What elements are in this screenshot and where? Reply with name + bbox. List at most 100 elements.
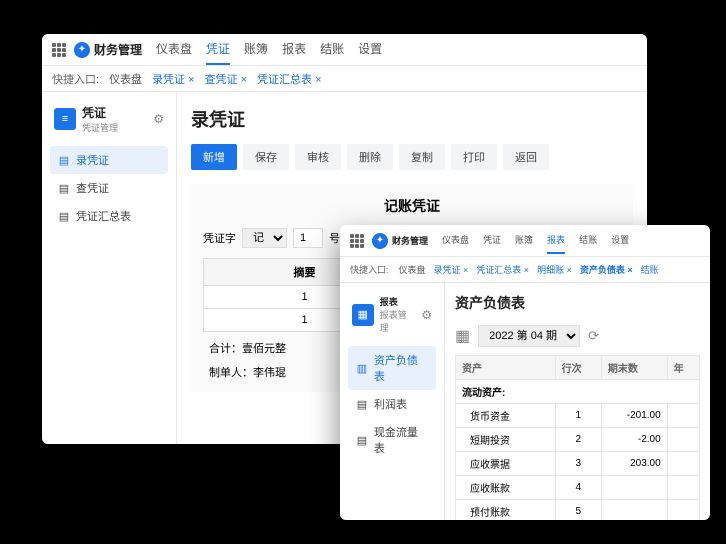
section-header: 流动资产: <box>456 380 700 404</box>
refresh-icon[interactable]: ⟳ <box>588 328 599 344</box>
nav-item[interactable]: 设置 <box>358 34 382 65</box>
toolbar-button[interactable]: 删除 <box>347 144 393 170</box>
word-label: 凭证字 <box>203 230 236 246</box>
quick-tab[interactable]: 凭证汇总表 × <box>476 263 529 276</box>
apps-icon[interactable] <box>52 43 66 57</box>
nav-item[interactable]: 结账 <box>320 34 344 65</box>
num-label: 号 <box>329 230 340 246</box>
sidebar-header: ≡ 凭证 凭证管理 ⚙ <box>50 100 168 138</box>
report-controls: ▦ 2022 第 04 期 ⟳ <box>455 325 700 347</box>
apps-icon[interactable] <box>350 234 364 248</box>
quick-tab[interactable]: 录凭证 × <box>434 263 469 276</box>
toolbar-button[interactable]: 打印 <box>451 144 497 170</box>
sidebar-header: ▦ 报表 报表管理 ⚙ <box>348 291 436 338</box>
quick-tab[interactable]: 明细账 × <box>537 263 572 276</box>
report-module-icon: ▦ <box>352 304 374 326</box>
sidebar-item-label: 资产负债表 <box>374 352 428 384</box>
column-header: 期末数 <box>601 356 667 380</box>
quickbar-label: 快捷入口: <box>52 71 99 87</box>
page-title: 录凭证 <box>191 106 633 132</box>
sidebar-item-label: 利润表 <box>374 396 407 412</box>
period-select[interactable]: 2022 第 04 期 <box>478 325 580 347</box>
sidebar: ▦ 报表 报表管理 ⚙ ▥ 资产负债表 ▤利润表 ▤ 现金流量表 <box>340 283 445 520</box>
quick-tab[interactable]: 结账 <box>641 263 659 276</box>
logo-icon: ✦ <box>372 233 388 249</box>
item-icon: ▤ <box>58 210 70 223</box>
voucher-title: 记账凭证 <box>203 196 621 216</box>
nav-item[interactable]: 账簿 <box>244 34 268 65</box>
quickbar-label: 快捷入口: <box>350 263 389 276</box>
sidebar-item-label: 凭证汇总表 <box>76 208 131 224</box>
voucher-number-input[interactable] <box>293 228 323 248</box>
sidebar-item[interactable]: ▤利润表 <box>348 390 436 418</box>
table-row[interactable]: 应收票据3203.00 <box>456 452 700 476</box>
table-row[interactable]: 预付账款5 <box>456 500 700 521</box>
item-icon: ▥ <box>356 362 368 375</box>
sidebar-title: 报表 <box>380 295 416 308</box>
sidebar-subtitle: 报表管理 <box>380 308 416 334</box>
logo-icon: ✦ <box>74 42 90 58</box>
sidebar-item[interactable]: ▤ 现金流量表 <box>348 418 436 462</box>
sidebar-item-label: 现金流量表 <box>374 424 428 456</box>
column-header: 行次 <box>555 356 601 380</box>
topbar: ✦ 财务管理 仪表盘凭证账簿报表结账设置 <box>42 34 647 66</box>
page-title: 资产负债表 <box>455 293 700 313</box>
quick-tab[interactable]: 资产负债表 × <box>580 263 633 276</box>
toolbar-button[interactable]: 复制 <box>399 144 445 170</box>
quickbar: 快捷入口: 仪表盘录凭证 × 查凭证 × 凭证汇总表 × <box>42 66 647 92</box>
sidebar-item[interactable]: ▤ 录凭证 <box>50 146 168 174</box>
sidebar-item[interactable]: ▥ 资产负债表 <box>348 346 436 390</box>
main-content: 资产负债表 ▦ 2022 第 04 期 ⟳ 资产行次期末数年 流动资产:货币资金… <box>445 283 710 520</box>
main-nav: 仪表盘凭证账簿报表结账设置 <box>442 227 629 254</box>
toolbar-button[interactable]: 审核 <box>295 144 341 170</box>
item-icon: ▤ <box>356 434 368 447</box>
quick-tab[interactable]: 仪表盘 <box>109 71 142 87</box>
gear-icon[interactable]: ⚙ <box>153 112 164 126</box>
nav-item[interactable]: 账簿 <box>515 227 533 254</box>
table-row[interactable]: 货币资金1-201.00 <box>456 404 700 428</box>
nav-item[interactable]: 报表 <box>282 34 306 65</box>
sidebar-item-label: 录凭证 <box>76 152 109 168</box>
column-header: 资产 <box>456 356 556 380</box>
toolbar-button[interactable]: 返回 <box>503 144 549 170</box>
item-icon: ▤ <box>58 182 70 195</box>
nav-item[interactable]: 仪表盘 <box>442 227 469 254</box>
sidebar-subtitle: 凭证管理 <box>82 121 118 134</box>
quick-tab[interactable]: 查凭证 × <box>205 71 247 87</box>
app-title: 财务管理 <box>94 41 142 58</box>
app-title: 财务管理 <box>392 234 428 247</box>
toolbar-button[interactable]: 新增 <box>191 144 237 170</box>
topbar: ✦ 财务管理 仪表盘凭证账簿报表结账设置 <box>340 225 710 257</box>
total-text: 壹佰元整 <box>242 343 286 355</box>
quick-tab[interactable]: 凭证汇总表 × <box>257 71 321 87</box>
item-icon: ▤ <box>58 154 70 167</box>
sidebar-title: 凭证 <box>82 104 118 121</box>
nav-item[interactable]: 报表 <box>547 227 565 254</box>
sidebar: ≡ 凭证 凭证管理 ⚙ ▤ 录凭证 ▤ 查凭证 ▤ 凭证汇总表 <box>42 92 177 444</box>
sidebar-item[interactable]: ▤ 凭证汇总表 <box>50 202 168 230</box>
sidebar-item-label: 查凭证 <box>76 180 109 196</box>
quick-tab[interactable]: 录凭证 × <box>152 71 194 87</box>
gear-icon[interactable]: ⚙ <box>421 308 432 322</box>
nav-item[interactable]: 仪表盘 <box>156 34 192 65</box>
table-row[interactable]: 短期投资2-2.00 <box>456 428 700 452</box>
nav-item[interactable]: 设置 <box>611 227 629 254</box>
balance-sheet-table: 资产行次期末数年 流动资产:货币资金1-201.00短期投资2-2.00应收票据… <box>455 355 700 520</box>
sidebar-item[interactable]: ▤ 查凭证 <box>50 174 168 202</box>
nav-item[interactable]: 凭证 <box>483 227 501 254</box>
table-row[interactable]: 应收账款4 <box>456 476 700 500</box>
maker-name: 李伟琨 <box>253 367 286 379</box>
nav-item[interactable]: 结账 <box>579 227 597 254</box>
total-label: 合计： <box>209 343 242 355</box>
nav-item[interactable]: 凭证 <box>206 34 230 65</box>
window-report: ✦ 财务管理 仪表盘凭证账簿报表结账设置 快捷入口: 仪表盘录凭证 ×凭证汇总表… <box>340 225 710 520</box>
quick-tab[interactable]: 仪表盘 <box>399 263 426 276</box>
voucher-module-icon: ≡ <box>54 108 76 130</box>
toolbar: 新增保存审核删除复制打印返回 <box>191 144 633 170</box>
quickbar: 快捷入口: 仪表盘录凭证 × 凭证汇总表 × 明细账 × 资产负债表 × 结账 <box>340 257 710 283</box>
toolbar-button[interactable]: 保存 <box>243 144 289 170</box>
main-nav: 仪表盘凭证账簿报表结账设置 <box>156 34 382 65</box>
calendar-icon: ▦ <box>455 326 470 346</box>
maker-label: 制单人： <box>209 367 253 379</box>
word-select[interactable]: 记 <box>242 228 287 248</box>
